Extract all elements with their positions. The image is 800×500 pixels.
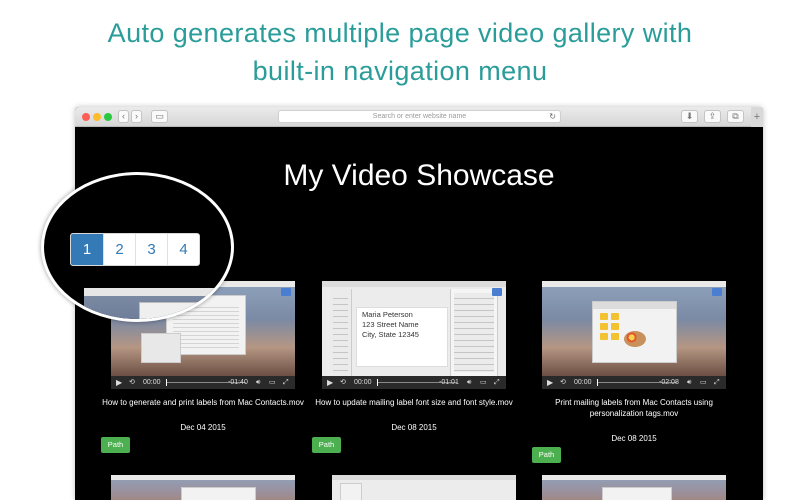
path-button[interactable]: Path — [101, 437, 130, 453]
video-date: Dec 08 2015 — [391, 423, 437, 432]
rewind-icon[interactable]: ⟲ — [340, 376, 346, 389]
pagination-magnifier: 1 2 3 4 — [41, 172, 234, 322]
minimize-icon[interactable] — [93, 113, 101, 121]
path-button[interactable]: Path — [532, 447, 561, 463]
page-2[interactable]: 2 — [103, 234, 135, 265]
current-time: 00:00 — [574, 379, 592, 386]
video-title: Print mailing labels from Mac Contacts u… — [555, 398, 713, 418]
seek-handle[interactable] — [377, 379, 378, 386]
video-date: Dec 04 2015 — [180, 423, 226, 432]
pagination: 1 2 3 4 — [70, 233, 200, 266]
headline-line-1: Auto generates multiple page video galle… — [107, 18, 693, 48]
volume-icon[interactable]: 🔊︎ — [687, 376, 691, 389]
page-1[interactable]: 1 — [71, 234, 103, 265]
volume-icon[interactable]: 🔊︎ — [467, 376, 471, 389]
marketing-headline: Auto generates multiple page video galle… — [0, 14, 800, 90]
page-4[interactable]: 4 — [167, 234, 199, 265]
play-icon[interactable]: ▶ — [547, 376, 553, 389]
remaining-time: -02:08 — [659, 379, 679, 386]
headline-line-2: built-in navigation menu — [252, 56, 548, 86]
path-button[interactable]: Path — [312, 437, 341, 453]
new-tab-icon[interactable]: + — [751, 107, 763, 127]
video-thumbnail[interactable] — [332, 475, 516, 500]
rewind-icon[interactable]: ⟲ — [129, 376, 135, 389]
video-date: Dec 08 2015 — [611, 434, 657, 443]
video-thumbnail[interactable] — [542, 475, 726, 500]
seek-handle[interactable] — [597, 379, 598, 386]
fullscreen-icon[interactable]: ⤢ — [714, 376, 720, 389]
video-controls: ▶ ⟲ 00:00 -02:08 🔊︎ ▭ ⤢ — [542, 376, 726, 389]
address-bar[interactable]: Search or enter website name ↻ — [278, 110, 561, 123]
sidebar-icon[interactable]: ▭ — [151, 110, 168, 123]
video-controls: ▶ ⟲ 00:00 -01:01 🔊︎ ▭ ⤢ — [322, 376, 506, 389]
close-icon[interactable] — [82, 113, 90, 121]
video-title: How to update mailing label font size an… — [315, 398, 513, 407]
video-thumbnail[interactable] — [542, 281, 726, 376]
back-icon[interactable]: ‹ — [118, 110, 129, 123]
airplay-icon[interactable]: ▭ — [700, 376, 707, 389]
address-card: Maria Peterson 123 Street Name City, Sta… — [356, 307, 448, 367]
airplay-icon[interactable]: ▭ — [269, 376, 276, 389]
video-title: How to generate and print labels from Ma… — [102, 398, 304, 407]
browser-toolbar: ‹ › ▭ Search or enter website name ↻ ⬇ ⇪… — [75, 107, 763, 127]
volume-icon[interactable]: 🔊︎ — [256, 376, 260, 389]
reload-icon[interactable]: ↻ — [549, 111, 556, 122]
forward-icon[interactable]: › — [131, 110, 142, 123]
page-3[interactable]: 3 — [135, 234, 167, 265]
rewind-icon[interactable]: ⟲ — [560, 376, 566, 389]
remaining-time: -01:01 — [439, 379, 459, 386]
fullscreen-icon[interactable]: ⤢ — [494, 376, 500, 389]
current-time: 00:00 — [354, 379, 372, 386]
play-icon[interactable]: ▶ — [327, 376, 333, 389]
share-icon[interactable]: ⇪ — [704, 110, 721, 123]
download-icon[interactable]: ⬇ — [681, 110, 698, 123]
zoom-icon[interactable] — [104, 113, 112, 121]
current-time: 00:00 — [143, 379, 161, 386]
video-thumbnail[interactable] — [111, 475, 295, 500]
seek-handle[interactable] — [166, 379, 167, 386]
address-placeholder: Search or enter website name — [372, 113, 467, 120]
remaining-time: -01:40 — [228, 379, 248, 386]
fullscreen-icon[interactable]: ⤢ — [283, 376, 289, 389]
video-thumbnail[interactable]: Maria Peterson 123 Street Name City, Sta… — [322, 281, 506, 376]
play-icon[interactable]: ▶ — [116, 376, 122, 389]
video-controls: ▶ ⟲ 00:00 -01:40 🔊︎ ▭ ⤢ — [111, 376, 295, 389]
airplay-icon[interactable]: ▭ — [480, 376, 487, 389]
tabs-icon[interactable]: ⧉ — [727, 110, 744, 123]
